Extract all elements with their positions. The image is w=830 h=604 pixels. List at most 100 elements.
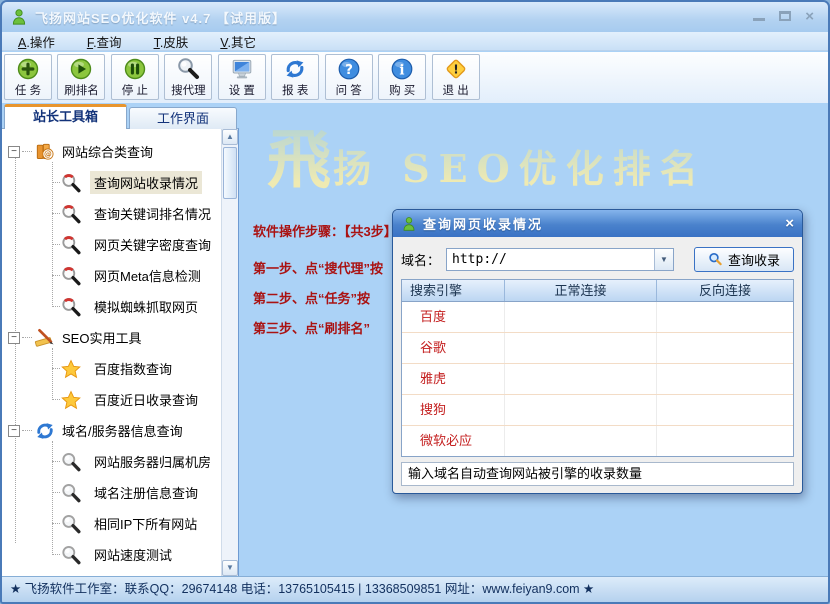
tree-item-server-datacenter[interactable]: 网站服务器归属机房 (2, 446, 221, 477)
app-window: 飞扬网站SEO优化软件 v4.7 【试用版】 × A.操作 F.查询 T.皮肤 … (0, 0, 830, 604)
engine-name: 百度 (402, 302, 505, 332)
app-logo-icon (10, 8, 28, 26)
close-button[interactable]: × (805, 9, 814, 25)
results-table: 搜索引擎 正常连接 反向连接 百度 谷歌 雅虎 (401, 279, 794, 457)
play-icon (69, 57, 93, 81)
info-icon (390, 57, 414, 81)
tree-group-domain-server-info[interactable]: − 域名/服务器信息查询 (2, 415, 221, 446)
maximize-button[interactable] (779, 9, 791, 25)
collapse-toggle[interactable]: − (8, 425, 20, 437)
toolbar-refresh-rank-button[interactable]: 刷排名 (57, 54, 105, 100)
menu-item-query[interactable]: F.查询 (85, 31, 134, 52)
title-bar[interactable]: 飞扬网站SEO优化软件 v4.7 【试用版】 × (2, 2, 828, 32)
pause-icon (123, 57, 147, 81)
add-task-icon (16, 57, 40, 81)
toolbar-exit-button[interactable]: 退 出 (432, 54, 480, 100)
toolbar-buy-button[interactable]: 购 买 (378, 54, 426, 100)
toolbar-report-button[interactable]: 报 表 (271, 54, 319, 100)
exit-warning-icon (444, 57, 468, 81)
tree-item-domain-whois[interactable]: 域名注册信息查询 (2, 477, 221, 508)
tree-item-meta-info-check[interactable]: 网页Meta信息检测 (2, 260, 221, 291)
scrollbar-thumb[interactable] (223, 147, 237, 199)
tree-item-site-speed-test[interactable]: 网站速度测试 (2, 539, 221, 570)
query-index-dialog: 查询网页收录情况 × 域名： http:// ▼ 查询收录 搜索引擎 正常连接 (392, 209, 803, 494)
tools-icon (34, 327, 56, 349)
engine-name: 谷歌 (402, 333, 505, 363)
sidebar: − 网站综合类查询 查询网站收录情况 查询关键词排名情况 网页关键字密度查询 (2, 128, 239, 576)
menu-item-skin[interactable]: T.皮肤 (152, 31, 201, 52)
domain-input[interactable]: http:// (447, 252, 654, 267)
star-icon (60, 389, 82, 411)
back-links-cell (657, 364, 793, 394)
step-2: 第二步、点“任务”按 (253, 284, 397, 314)
tab-webmaster-toolbox[interactable]: 站长工具箱 (4, 104, 127, 129)
tree-connector (22, 337, 32, 338)
toolbar-stop-button[interactable]: 停 止 (111, 54, 159, 100)
books-icon (34, 141, 56, 163)
dialog-status-text: 输入域名自动查询网站被引擎的收录数量 (401, 462, 794, 486)
domain-combobox[interactable]: http:// ▼ (446, 248, 674, 271)
window-title: 飞扬网站SEO优化软件 v4.7 【试用版】 (35, 8, 286, 27)
red-magnifier-icon (60, 296, 82, 318)
normal-links-cell (505, 364, 657, 394)
scroll-down-icon[interactable]: ▼ (222, 560, 238, 576)
red-magnifier-icon (60, 265, 82, 287)
normal-links-cell (505, 395, 657, 425)
menu-item-operation[interactable]: A.操作 (16, 31, 67, 52)
tree-item-keyword-density-query[interactable]: 网页关键字密度查询 (2, 229, 221, 260)
search-proxy-icon (176, 57, 200, 81)
dialog-close-button[interactable]: × (785, 215, 794, 232)
monitor-settings-icon (230, 57, 254, 81)
collapse-toggle[interactable]: − (8, 146, 20, 158)
column-header-normal-links: 正常连接 (505, 280, 657, 301)
sync-icon (34, 420, 56, 442)
column-header-back-links: 反向连接 (657, 280, 793, 301)
chevron-down-icon[interactable]: ▼ (654, 249, 673, 270)
question-icon (337, 57, 361, 81)
magnifier-icon (60, 482, 82, 504)
toolbar-search-proxy-button[interactable]: 搜代理 (164, 54, 212, 100)
engine-name: 雅虎 (402, 364, 505, 394)
status-bar: ★ 飞扬软件工作室：联系QQ：29674148 电话：13765105415 |… (2, 576, 828, 602)
table-row-sogou: 搜狗 (402, 395, 793, 426)
table-row-google: 谷歌 (402, 333, 793, 364)
toolbar-task-button[interactable]: 任 务 (4, 54, 52, 100)
tree-item-keyword-rank-query[interactable]: 查询关键词排名情况 (2, 198, 221, 229)
magnifier-icon (60, 544, 82, 566)
tree-connector (22, 430, 32, 431)
back-links-cell (657, 302, 793, 332)
dialog-title-bar[interactable]: 查询网页收录情况 × (393, 210, 802, 237)
table-header-row: 搜索引擎 正常连接 反向连接 (402, 280, 793, 302)
toolbar-settings-button[interactable]: 设 置 (218, 54, 266, 100)
tree-connector (22, 151, 32, 152)
scroll-up-icon[interactable]: ▲ (222, 129, 238, 145)
tree-scrollbar[interactable]: ▲ ▼ (221, 129, 238, 576)
minimize-button[interactable] (753, 9, 765, 25)
table-row-yahoo: 雅虎 (402, 364, 793, 395)
dialog-app-icon (401, 216, 417, 232)
query-index-button[interactable]: 查询收录 (694, 247, 794, 272)
normal-links-cell (505, 426, 657, 456)
search-icon (708, 252, 723, 267)
engine-name: 微软必应 (402, 426, 505, 456)
tree-group-site-query[interactable]: − 网站综合类查询 (2, 136, 221, 167)
engine-name: 搜狗 (402, 395, 505, 425)
normal-links-cell (505, 302, 657, 332)
tab-work-interface[interactable]: 工作界面 (129, 107, 237, 129)
red-magnifier-icon (60, 203, 82, 225)
collapse-toggle[interactable]: − (8, 332, 20, 344)
tree-item-baidu-index-query[interactable]: 百度指数查询 (2, 353, 221, 384)
red-magnifier-icon (60, 234, 82, 256)
table-row-baidu: 百度 (402, 302, 793, 333)
tree-item-site-index-query[interactable]: 查询网站收录情况 (2, 167, 221, 198)
menu-item-other[interactable]: V.其它 (218, 31, 268, 52)
back-links-cell (657, 395, 793, 425)
tree-item-same-ip-sites[interactable]: 相同IP下所有网站 (2, 508, 221, 539)
toolbar-qa-button[interactable]: 问 答 (325, 54, 373, 100)
magnifier-icon (60, 451, 82, 473)
tree-group-seo-tools[interactable]: − SEO实用工具 (2, 322, 221, 353)
tree-item-baidu-recent-index[interactable]: 百度近日收录查询 (2, 384, 221, 415)
menu-bar: A.操作 F.查询 T.皮肤 V.其它 (2, 32, 828, 51)
tree-item-spider-simulate[interactable]: 模拟蜘蛛抓取网页 (2, 291, 221, 322)
normal-links-cell (505, 333, 657, 363)
